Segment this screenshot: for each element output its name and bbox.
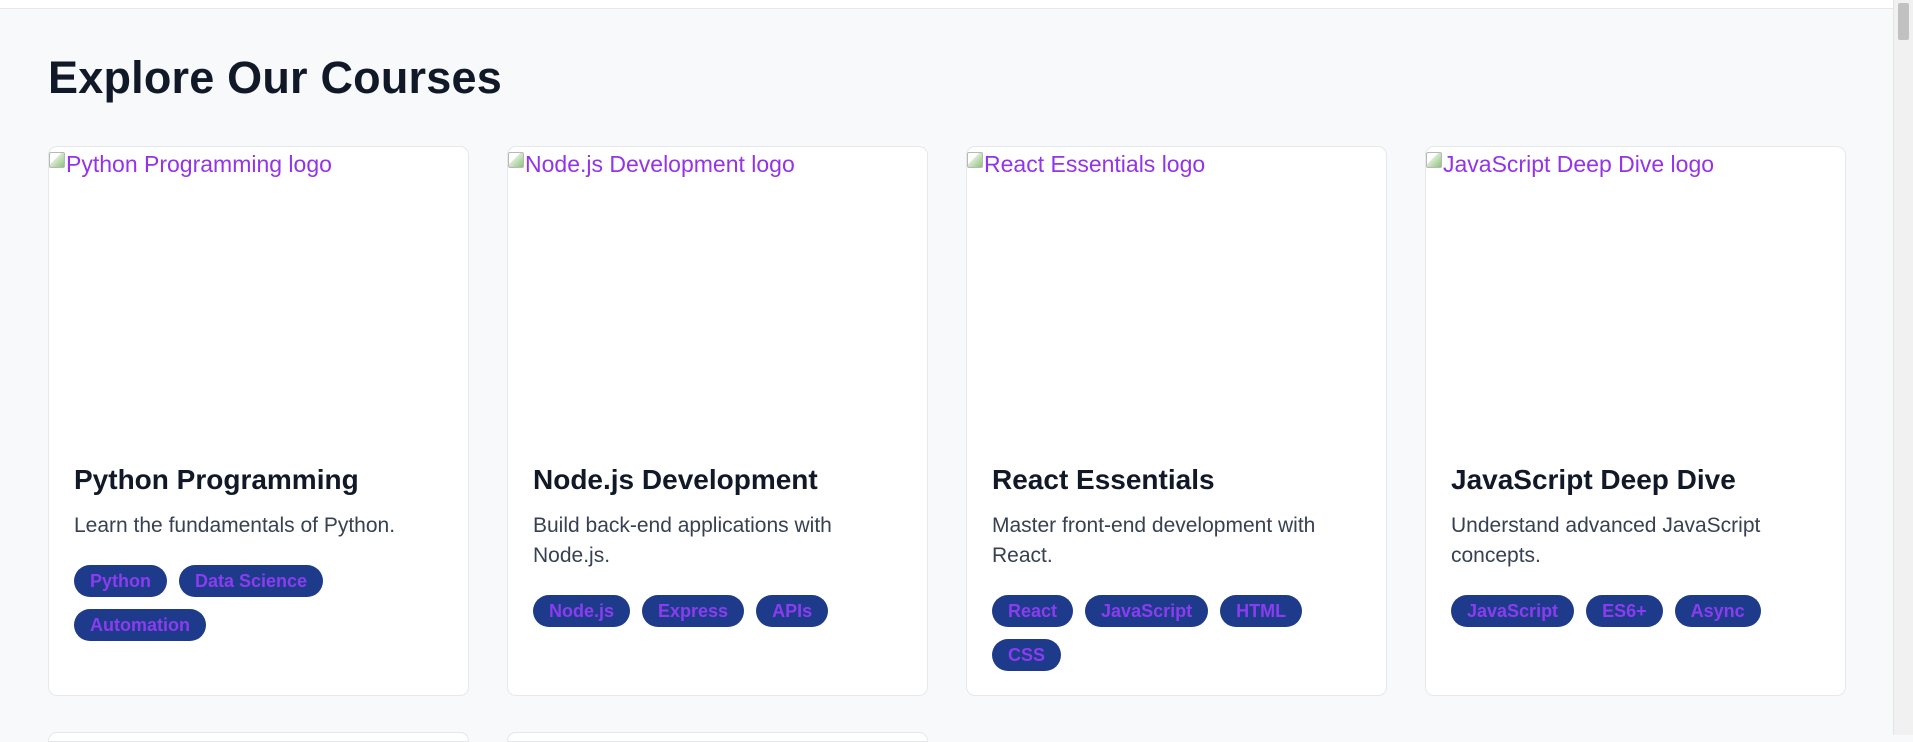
broken-image-icon <box>1426 152 1442 168</box>
course-title[interactable]: React Essentials <box>992 463 1215 497</box>
broken-image-placeholder: Node.js Development logo <box>508 150 795 178</box>
course-grid: Python Programming logo Python Programmi… <box>48 146 1848 696</box>
page-title: Explore Our Courses <box>48 52 502 103</box>
course-card[interactable]: React Essentials logo React Essentials M… <box>966 146 1387 696</box>
broken-image-icon <box>508 152 524 168</box>
course-image-alt-text: Node.js Development logo <box>525 151 795 177</box>
course-card-next-row[interactable] <box>48 732 469 742</box>
course-tag[interactable]: JavaScript <box>1085 595 1209 627</box>
course-card-next-row[interactable] <box>507 732 928 742</box>
course-tag[interactable]: ES6+ <box>1586 595 1663 627</box>
broken-image-placeholder: Python Programming logo <box>49 150 332 178</box>
course-description: Build back-end applications with Node.js… <box>533 514 832 567</box>
vertical-scrollbar[interactable] <box>1893 0 1913 735</box>
course-image[interactable]: Node.js Development logo <box>508 147 927 441</box>
course-tag[interactable]: HTML <box>1220 595 1303 627</box>
course-tags: JavaScript ES6+ Async <box>1451 595 1825 627</box>
broken-image-icon <box>49 152 65 168</box>
course-tag[interactable]: React <box>992 595 1074 627</box>
course-title[interactable]: Python Programming <box>74 463 359 497</box>
course-tags: Node.js Express APIs <box>533 595 907 627</box>
course-tag[interactable]: Express <box>642 595 745 627</box>
course-image-alt-text: React Essentials logo <box>984 151 1206 177</box>
course-tag[interactable]: Data Science <box>179 565 324 597</box>
course-tag[interactable]: APIs <box>756 595 829 627</box>
course-card[interactable]: JavaScript Deep Dive logo JavaScript Dee… <box>1425 146 1846 696</box>
course-title[interactable]: JavaScript Deep Dive <box>1451 463 1736 497</box>
course-tag[interactable]: CSS <box>992 639 1062 671</box>
course-card[interactable]: Python Programming logo Python Programmi… <box>48 146 469 696</box>
course-image-alt-text: JavaScript Deep Dive logo <box>1443 151 1715 177</box>
course-description: Learn the fundamentals of Python. <box>74 514 396 537</box>
broken-image-placeholder: JavaScript Deep Dive logo <box>1426 150 1714 178</box>
top-header-bar <box>0 0 1894 9</box>
course-card[interactable]: Node.js Development logo Node.js Develop… <box>507 146 928 696</box>
course-title[interactable]: Node.js Development <box>533 463 818 497</box>
course-image[interactable]: React Essentials logo <box>967 147 1386 441</box>
course-image-alt-text: Python Programming logo <box>66 151 332 177</box>
broken-image-placeholder: React Essentials logo <box>967 150 1205 178</box>
course-image[interactable]: JavaScript Deep Dive logo <box>1426 147 1845 441</box>
course-tags: React JavaScript HTML CSS <box>992 595 1366 671</box>
course-tag[interactable]: Async <box>1674 595 1761 627</box>
course-tag[interactable]: JavaScript <box>1451 595 1575 627</box>
course-tag[interactable]: Automation <box>74 609 206 641</box>
course-tags: Python Data Science Automation <box>74 565 448 641</box>
course-image[interactable]: Python Programming logo <box>49 147 468 441</box>
course-tag[interactable]: Python <box>74 565 167 597</box>
broken-image-icon <box>967 152 983 168</box>
course-tag[interactable]: Node.js <box>533 595 631 627</box>
course-description: Master front-end development with React. <box>992 514 1316 567</box>
course-description: Understand advanced JavaScript concepts. <box>1451 514 1761 567</box>
scrollbar-thumb[interactable] <box>1898 3 1909 40</box>
